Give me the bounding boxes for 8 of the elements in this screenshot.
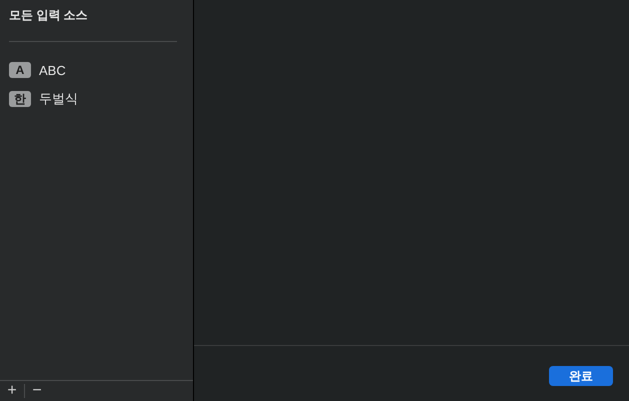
sidebar-title: 모든 입력 소스 xyxy=(8,7,89,24)
add-button[interactable]: + xyxy=(0,381,24,401)
input-source-badge: A xyxy=(9,62,31,78)
remove-button[interactable]: − xyxy=(25,381,49,401)
input-source-label[interactable]: ABC xyxy=(39,62,66,78)
done-button[interactable]: 완료 xyxy=(549,366,613,386)
input-source-label[interactable]: 두벌식 xyxy=(39,90,78,108)
input-source-badge: 한 xyxy=(9,91,31,107)
